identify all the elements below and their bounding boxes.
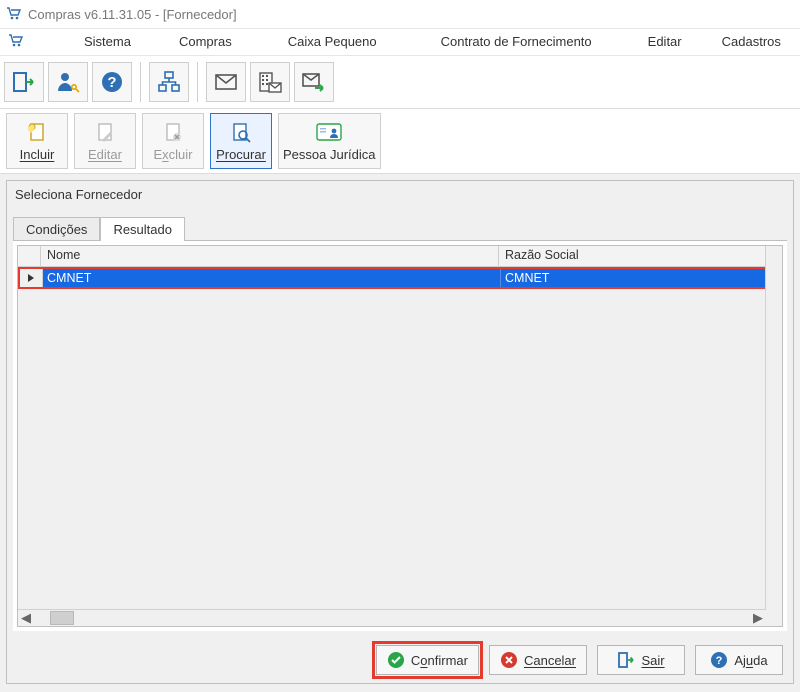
titlebar: Compras v6.11.31.05 - [Fornecedor] [0,0,800,29]
mail-building-icon-button[interactable] [250,62,290,102]
excluir-label: Excluir [153,147,192,162]
incluir-label: Incluir [20,147,55,162]
help-icon-button[interactable]: ? [92,62,132,102]
toolbar-separator [197,62,200,102]
row-indicator-icon [20,269,43,287]
chevron-right-icon[interactable]: ▶ [750,610,766,626]
horizontal-scrollbar[interactable]: ◀ ▶ [18,609,766,626]
sair-label: Sair [641,653,664,668]
toolbar-separator [140,62,143,102]
tab-body: Nome Razão Social CMNET CMNET [13,240,787,631]
tab-resultado[interactable]: Resultado [100,217,185,241]
dialog-buttons: Confirmar Cancelar [7,637,793,683]
exit-icon-button[interactable] [4,62,44,102]
menu-caixa[interactable]: Caixa Pequeno [280,30,385,54]
procurar-button[interactable]: Procurar [210,113,272,169]
mail-send-icon-button[interactable] [294,62,334,102]
result-grid: Nome Razão Social CMNET CMNET [17,245,783,627]
app-window: Compras v6.11.31.05 - [Fornecedor] Siste… [0,0,800,692]
cell-nome: CMNET [43,269,501,287]
panel-title: Seleciona Fornecedor [7,181,793,208]
svg-text:?: ? [716,655,723,667]
cart-icon [8,33,24,52]
table-row[interactable]: CMNET CMNET [20,269,780,287]
incluir-button[interactable]: Incluir [6,113,68,169]
excluir-button[interactable]: Excluir [142,113,204,169]
grid-selected-row-highlight: CMNET CMNET [18,267,782,289]
cancelar-label: Cancelar [524,653,576,668]
tabs: Condições Resultado [7,216,793,240]
panel-wrap: Seleciona Fornecedor Condições Resultado… [0,174,800,692]
sair-button[interactable]: Sair [597,645,685,675]
menu-cadastros[interactable]: Cadastros [714,30,789,54]
id-card-icon [316,121,342,145]
edit-doc-icon [94,121,116,145]
scroll-thumb[interactable] [50,611,74,625]
editar-button[interactable]: Editar [74,113,136,169]
exit-icon [617,651,635,669]
mail-icon-button[interactable] [206,62,246,102]
toolbar-icons: ? [0,56,800,109]
search-doc-icon [230,121,252,145]
col-nome[interactable]: Nome [41,246,499,266]
ajuda-button[interactable]: ? Ajuda [695,645,783,675]
help-circle-icon: ? [710,651,728,669]
user-key-icon-button[interactable] [48,62,88,102]
fornecedor-panel: Seleciona Fornecedor Condições Resultado… [6,180,794,684]
cell-razao-social: CMNET [501,269,780,287]
delete-doc-icon [162,121,184,145]
check-circle-icon [387,651,405,669]
grid-empty-area [18,289,782,626]
toolbar-commands: Incluir Editar Excluir [0,109,800,174]
cancelar-button[interactable]: Cancelar [489,645,587,675]
menu-compras[interactable]: Compras [171,30,240,54]
chevron-left-icon[interactable]: ◀ [18,610,34,626]
grid-gutter-header [18,246,41,266]
confirmar-label: Confirmar [411,653,468,668]
menu-sistema[interactable]: Sistema [76,30,139,54]
menu-contrato[interactable]: Contrato de Fornecimento [433,30,600,54]
vertical-scrollbar[interactable] [765,246,782,610]
ajuda-label: Ajuda [734,653,767,668]
cart-icon [6,6,22,22]
pessoa-juridica-label: Pessoa Jurídica [283,147,376,162]
tab-condicoes[interactable]: Condições [13,217,100,241]
org-chart-icon-button[interactable] [149,62,189,102]
menubar: Sistema Compras Caixa Pequeno Contrato d… [0,29,800,56]
svg-text:?: ? [107,74,116,91]
window-title: Compras v6.11.31.05 - [Fornecedor] [28,7,237,22]
confirmar-button[interactable]: Confirmar [376,645,479,675]
col-razao-social[interactable]: Razão Social [499,246,782,266]
procurar-label: Procurar [216,147,266,162]
x-circle-icon [500,651,518,669]
grid-header: Nome Razão Social [18,246,782,267]
menu-editar[interactable]: Editar [640,30,690,54]
new-doc-icon [26,121,48,145]
pessoa-juridica-button[interactable]: Pessoa Jurídica [278,113,381,169]
editar-label: Editar [88,147,122,162]
